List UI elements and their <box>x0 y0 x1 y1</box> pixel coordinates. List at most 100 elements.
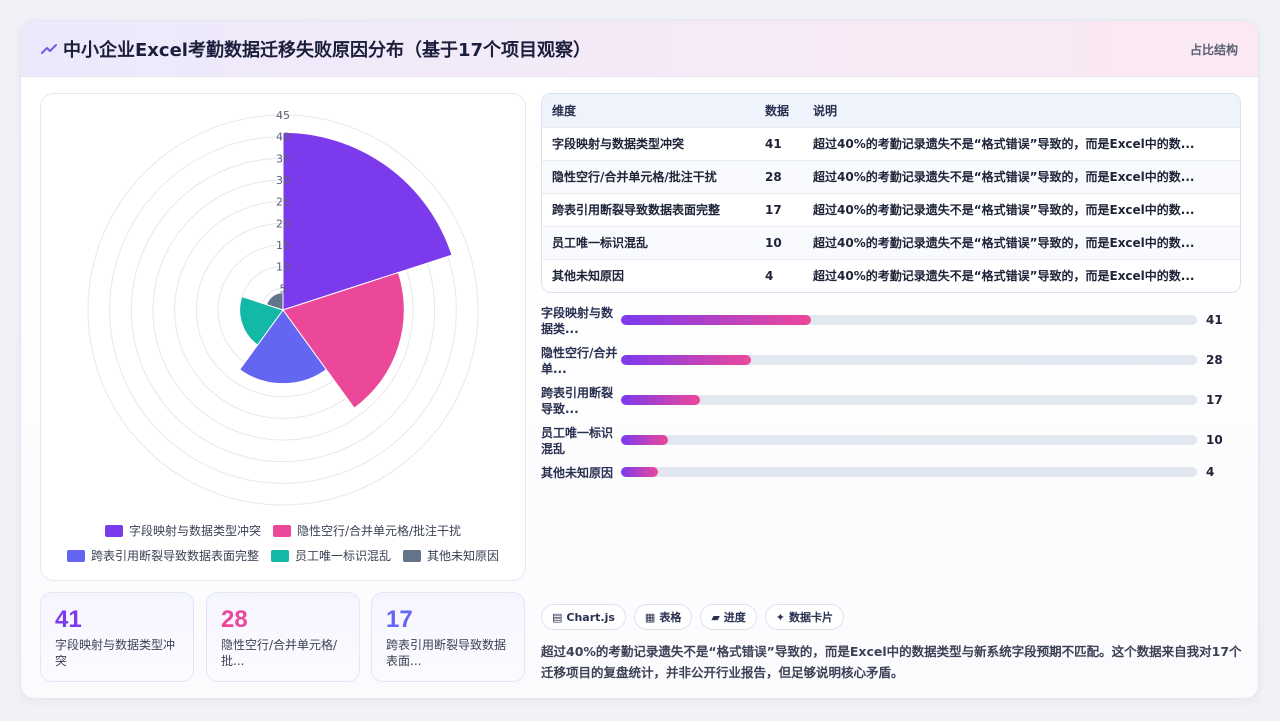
chart-legend: 字段映射与数据类型冲突 隐性空行/合并单元格/批注干扰 跨表引用断裂导致数据表面… <box>41 522 525 572</box>
progress-value: 10 <box>1206 433 1223 447</box>
radial-tick-label: 35 <box>276 152 290 165</box>
radial-tick-label: 30 <box>276 174 290 187</box>
legend-item-5[interactable]: 其他未知原因 <box>403 547 499 564</box>
table-icon: ▦ <box>644 610 656 624</box>
progress-label: 员工唯一标识混乱 <box>541 426 614 456</box>
chip-data-card[interactable]: ✦ 数据卡片 <box>764 604 845 630</box>
progress-value: 4 <box>1206 465 1215 479</box>
legend-item-1[interactable]: 字段映射与数据类型冲突 <box>104 522 261 539</box>
kpi-value: 41 <box>55 606 82 633</box>
feature-chips: ▤ Chart.js ▦ 表格 ▰ 进度 ✦ 数据卡片 <box>541 604 845 630</box>
progress-fill <box>621 315 812 325</box>
column-header: 维度 <box>552 103 577 118</box>
table-row: 跨表引用断裂导致数据表面完整 17 超过40%的考勤记录遗失不是“格式错误”导致… <box>542 192 1240 226</box>
legend-item-2[interactable]: 隐性空行/合并单元格/批注干扰 <box>272 522 462 539</box>
kpi-label: 跨表引用断裂导致数据表面... <box>386 638 507 668</box>
radial-tick-label: 25 <box>276 196 290 209</box>
table-cell: 字段映射与数据类型冲突 <box>542 126 755 160</box>
chip-label: 进度 <box>723 611 746 624</box>
radial-tick-label: 20 <box>276 217 290 230</box>
progress-value: 41 <box>1206 313 1223 327</box>
progress-row: 字段映射与数据类... 41 <box>541 305 1241 341</box>
progress-value: 28 <box>1206 353 1223 367</box>
table-cell: 超过40%的考勤记录遗失不是“格式错误”导致的，而是Excel中的数... <box>803 192 1240 226</box>
chart-icon: ▤ <box>552 610 563 624</box>
chip-label: Chart.js <box>566 610 615 624</box>
table-cell: 超过40%的考勤记录遗失不是“格式错误”导致的，而是Excel中的数... <box>803 126 1240 160</box>
kpi-label: 字段映射与数据类型冲突 <box>55 638 176 668</box>
chip-chartjs[interactable]: ▤ Chart.js <box>541 604 626 630</box>
progress-fill <box>621 467 658 477</box>
kpi-value: 28 <box>221 606 248 633</box>
progress-track <box>621 467 1197 477</box>
progress-fill <box>621 355 752 365</box>
legend-label: 其他未知原因 <box>427 549 500 563</box>
radial-tick-label: 40 <box>276 131 290 144</box>
table-row: 其他未知原因 4 超过40%的考勤记录遗失不是“格式错误”导致的，而是Excel… <box>542 258 1240 292</box>
column-header: 说明 <box>813 103 838 118</box>
table-cell: 超过40%的考勤记录遗失不是“格式错误”导致的，而是Excel中的数... <box>803 258 1240 292</box>
card-header: 中小企业Excel考勤数据迁移失败原因分布（基于17个项目观察） 占比结构 <box>21 21 1258 77</box>
polar-area-chart[interactable]: 5 10 15 20 25 30 35 40 45 <box>41 94 527 514</box>
table-cell: 4 <box>755 258 803 292</box>
table-cell: 10 <box>755 225 803 259</box>
card-icon: ✦ <box>775 610 786 624</box>
progress-track <box>621 355 1197 365</box>
progress-label: 隐性空行/合并单... <box>541 346 618 376</box>
progress-track <box>621 435 1197 445</box>
radial-tick-label: 10 <box>276 261 290 274</box>
progress-label: 字段映射与数据类... <box>541 306 614 336</box>
legend-swatch <box>403 549 421 562</box>
column-header: 数据 <box>765 103 790 118</box>
progress-row: 隐性空行/合并单... 28 <box>541 345 1241 381</box>
table-row: 字段映射与数据类型冲突 41 超过40%的考勤记录遗失不是“格式错误”导致的，而… <box>542 126 1240 160</box>
legend-swatch <box>270 549 289 562</box>
chip-label: 表格 <box>659 611 682 624</box>
progress-label: 跨表引用断裂导致... <box>541 386 614 416</box>
kpi-card-1: 41 字段映射与数据类型冲突 <box>40 592 194 682</box>
chart-type-tag: 占比结构 <box>1189 43 1238 57</box>
table-row: 员工唯一标识混乱 10 超过40%的考勤记录遗失不是“格式错误”导致的，而是Ex… <box>542 225 1240 259</box>
progress-fill <box>621 395 700 405</box>
progress-value: 17 <box>1206 393 1223 407</box>
chip-table[interactable]: ▦ 表格 <box>633 604 693 630</box>
progress-track <box>621 315 1197 325</box>
kpi-card-3: 17 跨表引用断裂导致数据表面... <box>371 592 525 682</box>
legend-swatch <box>272 524 291 537</box>
table-cell: 超过40%的考勤记录遗失不是“格式错误”导致的，而是Excel中的数... <box>803 225 1240 259</box>
table-cell: 跨表引用断裂导致数据表面完整 <box>542 192 755 226</box>
radial-tick-label: 45 <box>276 109 290 122</box>
progress-row: 跨表引用断裂导致... 17 <box>541 385 1241 421</box>
progress-row: 其他未知原因 4 <box>541 465 1241 501</box>
table-row: 隐性空行/合并单元格/批注干扰 28 超过40%的考勤记录遗失不是“格式错误”导… <box>542 159 1240 193</box>
table-cell: 其他未知原因 <box>542 258 755 292</box>
legend-label: 跨表引用断裂导致数据表面完整 <box>90 549 259 563</box>
kpi-value: 17 <box>386 606 413 633</box>
table-cell: 隐性空行/合并单元格/批注干扰 <box>542 159 755 193</box>
radial-tick-label: 5 <box>280 282 287 295</box>
polar-chart-panel: 5 10 15 20 25 30 35 40 45 字段映射与数据类型冲突 隐性空行/合并单元格… <box>40 93 526 581</box>
legend-item-4[interactable]: 员工唯一标识混乱 <box>270 547 391 564</box>
kpi-card-2: 28 隐性空行/合并单元格/批... <box>206 592 360 682</box>
chip-progress[interactable]: ▰ 进度 <box>700 604 757 630</box>
legend-swatch <box>104 524 123 537</box>
insight-note: 超过40%的考勤记录遗失不是“格式错误”导致的，而是Excel中的数据类型与新系… <box>541 644 1242 680</box>
progress-row: 员工唯一标识混乱 10 <box>541 425 1241 461</box>
progress-fill <box>621 435 668 445</box>
legend-label: 字段映射与数据类型冲突 <box>128 524 261 538</box>
legend-label: 员工唯一标识混乱 <box>294 549 391 563</box>
kpi-label: 隐性空行/合并单元格/批... <box>221 638 338 668</box>
table-cell: 员工唯一标识混乱 <box>542 225 755 259</box>
chip-label: 数据卡片 <box>789 611 834 624</box>
data-table: 维度 数据 说明 字段映射与数据类型冲突 41 超过40%的考勤记录遗失不是“格… <box>541 93 1241 293</box>
trend-icon <box>41 44 57 54</box>
table-cell: 超过40%的考勤记录遗失不是“格式错误”导致的，而是Excel中的数... <box>803 159 1240 193</box>
legend-label: 隐性空行/合并单元格/批注干扰 <box>296 524 462 538</box>
table-cell: 17 <box>755 192 803 226</box>
legend-item-3[interactable]: 跨表引用断裂导致数据表面完整 <box>66 547 259 564</box>
table-cell: 41 <box>755 126 803 160</box>
progress-track <box>621 395 1197 405</box>
progress-icon: ▰ <box>711 610 720 624</box>
page-title: 中小企业Excel考勤数据迁移失败原因分布（基于17个项目观察） <box>63 40 592 61</box>
table-header-row: 维度 数据 说明 <box>542 94 1240 127</box>
